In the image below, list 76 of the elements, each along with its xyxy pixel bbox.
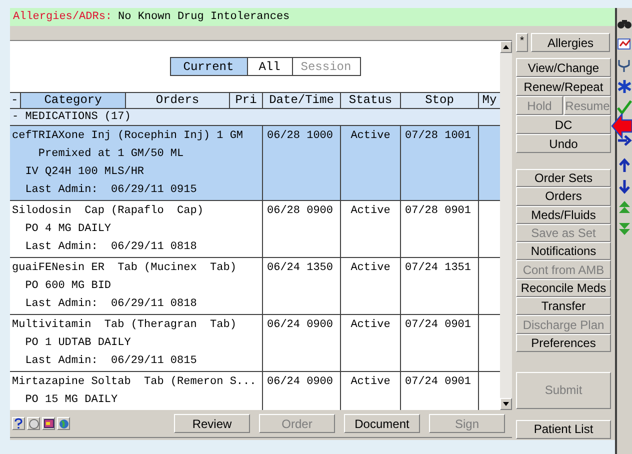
status-text: Active [350,204,390,219]
action-button[interactable]: Preferences [516,334,611,352]
order-text: Last Admin: 06/29/11 0818 [24,240,198,255]
date-time-text: 06/24 1350 [267,262,334,274]
action-button[interactable]: Meds/Fluids [516,206,611,224]
order-row[interactable]: Silodosin Cap (Rapaflo Cap) PO 4 MG DAILY Last Admin: 06/29/11 0818 06/28 0900 Active 07/28 0901 [10,200,500,257]
action-button[interactable]: Document [344,414,420,433]
order-row[interactable]: guaiFENesin ER Tab (Mucinex Tab) PO 600 MG BID Last Admin: 06/29/11 0818 06/24 1350 Active 07/24 1351 [10,257,500,314]
group-row[interactable]: - MEDICATIONS (17) [10,108,500,125]
status-text: Active [350,261,390,276]
disc-icon[interactable] [27,417,40,430]
action-button[interactable]: Renew/Repeat [516,77,611,96]
action-button[interactable]: Reconcile Meds [516,278,611,298]
view-tab[interactable]: Current [170,58,246,75]
allergy-value: No Known Drug Intolerances [118,10,290,25]
column-header[interactable]: Category [20,92,125,108]
stop-text: 07/24 1351 [405,262,472,274]
order-text: Last Admin: 06/29/11 0818 [24,297,198,312]
date-time-text: 06/24 0900 [267,376,334,388]
action-button[interactable]: DC [516,115,611,134]
action-button[interactable]: Orders [516,187,611,206]
order-text: Mirtazapine Soltab Tab (Remeron S... [12,375,258,390]
column-header[interactable]: Date/Time [262,92,340,108]
order-text: Multivitamin Tab (Theragran Tab) [12,318,238,333]
order-text: Silodosin Cap (Rapaflo Cap) [12,204,204,219]
stop-text: 07/28 1001 [405,130,472,142]
card-icon[interactable] [42,417,55,430]
status-text: Active [350,318,390,333]
help-icon[interactable] [12,417,25,430]
status-text: Active [350,129,390,144]
right-arrow-icon[interactable] [617,133,632,148]
checkmark-icon[interactable] [617,100,632,115]
stop-text: 07/24 0901 [405,376,472,388]
order-text: Last Admin: 06/29/11 0915 [24,183,198,198]
star-button[interactable]: * [516,33,528,52]
stop-text: 07/28 0901 [405,205,472,217]
action-button[interactable]: Transfer [516,297,611,316]
date-time-text: 06/28 0900 [267,205,334,217]
action-button[interactable]: View/Change [516,58,611,77]
order-text: cefTRIAXone Inj (Rocephin Inj) 1 GM [12,129,244,144]
pointer-arrow [611,113,632,139]
order-text: PO 1 UDTAB DAILY [24,336,132,351]
scroll-down-icon[interactable] [503,402,509,406]
action-button[interactable]: Undo [516,134,611,153]
asterisk-icon[interactable] [617,79,632,94]
column-header[interactable]: Pri [229,92,262,108]
order-row[interactable]: Multivitamin Tab (Theragran Tab) PO 1 UDTAB DAILY Last Admin: 06/29/11 0815 06/24 0900 Active 07/24 0901 [10,314,500,371]
order-row[interactable]: cefTRIAXone Inj (Rocephin Inj) 1 GM Premixed at 1 GM/50 ML IV Q24H 100 MLS/HR Last Admin: 06/29/11 0915 06/28 1000 Active 07/28 1001 [10,125,500,200]
order-text: guaiFENesin ER Tab (Mucinex Tab) [12,261,238,276]
status-text: Active [350,375,390,390]
column-header[interactable]: Orders [125,92,229,108]
chart-icon[interactable] [617,37,632,52]
column-header[interactable]: Stop [400,92,478,108]
action-button[interactable]: Review [174,414,250,433]
allergies-button[interactable]: Allergies [531,33,610,52]
order-text: IV Q24H 100 MLS/HR [24,165,146,180]
up-arrow-icon[interactable] [617,158,632,173]
order-text: PO 600 MG BID [24,279,112,294]
order-text: Last Admin: 06/29/11 0815 [24,354,198,369]
date-time-text: 06/28 1000 [267,130,334,142]
allergy-label: Allergies/ADRs: [13,10,112,25]
order-text: Premixed at 1 GM/50 ML [37,147,185,162]
order-text: PO 4 MG DAILY [24,222,112,237]
scroll-up-icon[interactable] [503,45,509,49]
date-time-text: 06/24 0900 [267,319,334,331]
down-arrow-icon[interactable] [617,179,632,194]
action-button[interactable]: Notifications [516,242,611,260]
stop-text: 07/24 0901 [405,319,472,331]
order-row[interactable]: Mirtazapine Soltab Tab (Remeron S... PO 15 MG DAILY 06/24 0900 Active 07/24 0901 [10,371,500,410]
column-header[interactable]: Status [340,92,400,108]
order-text: PO 15 MG DAILY [24,393,119,408]
patient-list-button[interactable]: Patient List [516,420,611,439]
scrollbar[interactable] [500,41,512,410]
globe-icon[interactable] [57,417,70,430]
action-button[interactable]: Order Sets [516,169,611,188]
column-header[interactable]: - [10,92,20,108]
